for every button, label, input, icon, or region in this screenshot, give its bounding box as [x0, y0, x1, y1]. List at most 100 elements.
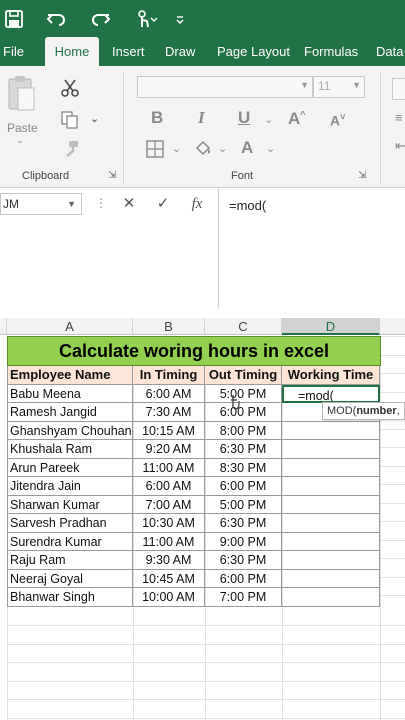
header-cell[interactable]: In Timing [133, 366, 205, 385]
function-tooltip[interactable]: MOD(number, [322, 402, 405, 420]
table-cell[interactable]: 6:00 AM [133, 477, 205, 496]
table-cell[interactable]: 11:00 AM [133, 532, 205, 551]
table-cell[interactable]: 5:00 PM [205, 384, 282, 403]
table-cell[interactable]: Arun Pareek [7, 458, 133, 477]
tab-data[interactable]: Data [376, 37, 403, 66]
undo-icon[interactable] [44, 7, 68, 31]
fill-color-dropdown-icon[interactable]: ⌄ [218, 142, 227, 155]
table-cell[interactable]: 8:00 PM [205, 421, 282, 440]
tab-draw[interactable]: Draw [165, 37, 195, 66]
formula-input[interactable]: =mod( [218, 188, 405, 308]
table-cell[interactable] [282, 477, 380, 496]
header-cell[interactable]: Employee Name [7, 366, 133, 385]
table-cell[interactable]: 6:00 PM [205, 477, 282, 496]
tab-insert[interactable]: Insert [112, 37, 145, 66]
table-cell[interactable]: Ghanshyam Chouhan [7, 421, 133, 440]
fill-color-icon[interactable] [193, 139, 213, 159]
table-cell[interactable]: 6:30 PM [205, 551, 282, 570]
table-cell[interactable] [282, 532, 380, 551]
table-cell[interactable]: 6:00 PM [205, 403, 282, 422]
font-family-combo[interactable]: ▼ [137, 76, 313, 98]
header-cell[interactable]: Out Timing [205, 366, 282, 385]
column-header-b[interactable]: B [133, 318, 205, 335]
paste-button[interactable]: Paste [7, 121, 38, 135]
table-cell[interactable]: 9:30 AM [133, 551, 205, 570]
table-cell[interactable]: 9:00 PM [205, 532, 282, 551]
table-cell[interactable] [282, 588, 380, 607]
enter-icon[interactable]: ✓ [150, 193, 176, 215]
paste-dropdown-icon[interactable]: ⌄ [16, 135, 24, 146]
italic-button[interactable]: I [198, 108, 205, 128]
select-all-corner[interactable] [0, 318, 7, 335]
active-cell[interactable]: =mod( [282, 384, 380, 403]
borders-dropdown-icon[interactable]: ⌄ [172, 142, 181, 155]
column-header-a[interactable]: A [7, 318, 133, 335]
borders-icon[interactable] [146, 140, 164, 158]
table-cell[interactable] [282, 514, 380, 533]
tab-formulas[interactable]: Formulas [304, 37, 358, 66]
column-header-c[interactable]: C [205, 318, 282, 335]
tab-page-layout[interactable]: Page Layout [217, 37, 290, 66]
table-cell[interactable]: 9:20 AM [133, 440, 205, 459]
insert-function-icon[interactable]: fx [184, 193, 210, 215]
table-cell[interactable] [282, 458, 380, 477]
table-cell[interactable]: 7:30 AM [133, 403, 205, 422]
table-cell[interactable] [282, 495, 380, 514]
header-cell[interactable]: Working Time [282, 366, 380, 385]
tab-file[interactable]: File [3, 37, 24, 66]
cancel-icon[interactable]: ✕ [116, 193, 142, 215]
table-cell[interactable] [282, 551, 380, 570]
table-cell[interactable]: 10:45 AM [133, 569, 205, 588]
column-header-d[interactable]: D [282, 318, 380, 335]
table-cell[interactable]: Khushala Ram [7, 440, 133, 459]
table-cell[interactable]: 6:30 PM [205, 440, 282, 459]
redo-icon[interactable] [89, 7, 113, 31]
table-cell[interactable]: Raju Ram [7, 551, 133, 570]
copy-icon[interactable] [60, 110, 80, 130]
table-cell[interactable] [282, 421, 380, 440]
table-cell[interactable]: 6:00 PM [205, 569, 282, 588]
font-size-combo[interactable]: 11 ▼ [313, 76, 365, 98]
paste-icon[interactable] [6, 74, 36, 114]
underline-button[interactable]: U [238, 108, 250, 128]
clipboard-launcher-icon[interactable]: ⇲ [108, 170, 116, 181]
customize-icon[interactable] [174, 7, 186, 31]
formula-bar-grip-icon[interactable]: ⋮ [95, 196, 107, 210]
decrease-font-icon[interactable]: A˅ [330, 112, 345, 129]
increase-font-icon[interactable]: A^ [288, 109, 306, 129]
format-painter-icon[interactable] [62, 140, 80, 158]
table-cell[interactable]: 7:00 AM [133, 495, 205, 514]
table-cell[interactable]: 6:00 AM [133, 384, 205, 403]
underline-dropdown-icon[interactable]: ⌄ [264, 113, 273, 126]
font-color-icon[interactable]: A [241, 138, 253, 158]
name-box[interactable]: JM ▼ [0, 193, 82, 215]
table-cell[interactable]: 10:00 AM [133, 588, 205, 607]
sheet-title-cell[interactable]: Calculate woring hours in excel [7, 336, 381, 366]
save-icon[interactable] [2, 7, 26, 31]
column-header-e[interactable] [380, 318, 405, 335]
font-launcher-icon[interactable]: ⇲ [358, 170, 366, 181]
copy-dropdown-icon[interactable]: ⌄ [90, 112, 99, 125]
worksheet[interactable]: A B C D Calculate woring hours in excel … [0, 318, 405, 720]
align-icon[interactable]: ≡ [395, 110, 403, 125]
table-cell[interactable] [282, 569, 380, 588]
table-cell[interactable]: Sarvesh Pradhan [7, 514, 133, 533]
table-cell[interactable]: 6:30 PM [205, 514, 282, 533]
indent-icon[interactable]: ⇤ [395, 138, 405, 154]
table-cell[interactable]: Bhanwar Singh [7, 588, 133, 607]
table-cell[interactable]: Neeraj Goyal [7, 569, 133, 588]
table-cell[interactable]: 5:00 PM [205, 495, 282, 514]
touch-mode-dropdown-icon[interactable] [150, 7, 158, 31]
table-cell[interactable]: Babu Meena [7, 384, 133, 403]
table-cell[interactable]: Surendra Kumar [7, 532, 133, 551]
table-cell[interactable] [282, 440, 380, 459]
table-cell[interactable]: 8:30 PM [205, 458, 282, 477]
font-color-dropdown-icon[interactable]: ⌄ [266, 142, 275, 155]
table-cell[interactable]: Ramesh Jangid [7, 403, 133, 422]
tab-home[interactable]: Home [45, 37, 99, 66]
table-cell[interactable]: 10:15 AM [133, 421, 205, 440]
cut-icon[interactable] [60, 78, 80, 98]
table-cell[interactable]: 11:00 AM [133, 458, 205, 477]
alignment-control[interactable] [392, 78, 405, 100]
table-cell[interactable]: Jitendra Jain [7, 477, 133, 496]
